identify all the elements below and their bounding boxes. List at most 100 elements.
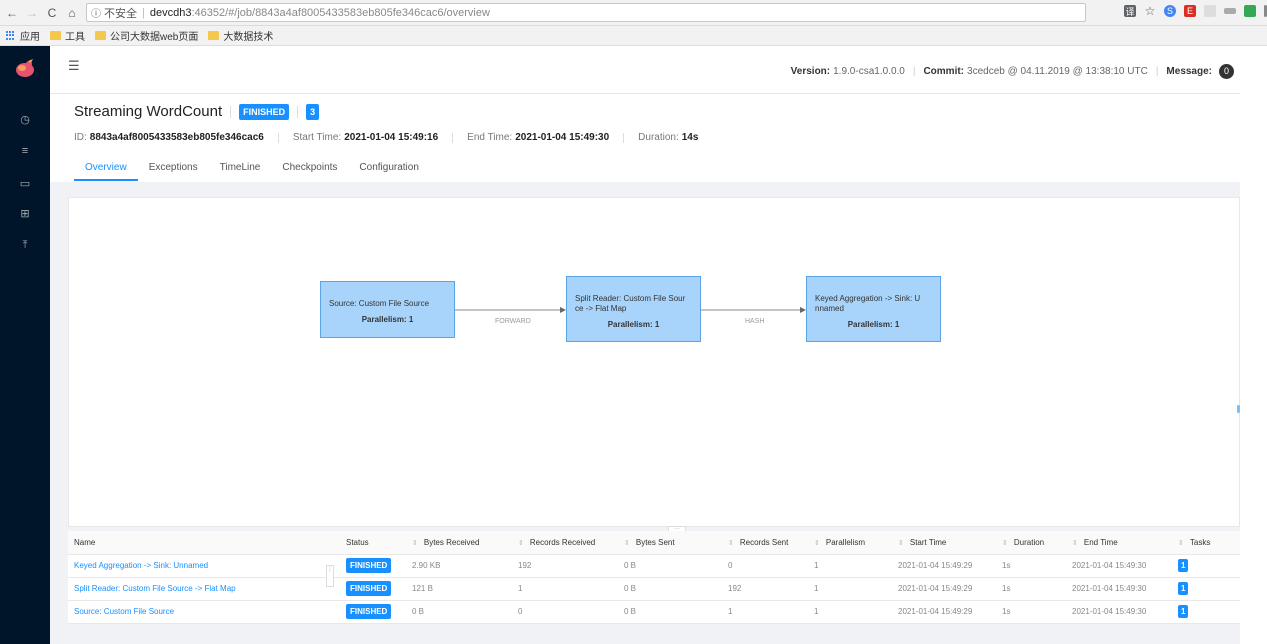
star-icon[interactable]: ☆ bbox=[1144, 4, 1156, 18]
records-sent-cell: 192 bbox=[722, 577, 808, 601]
submit-job-upload-icon[interactable]: ⤒ bbox=[17, 238, 33, 252]
home-icon[interactable]: ⌂ bbox=[64, 5, 80, 21]
status-cell: FINISHED bbox=[340, 577, 406, 601]
node-title: Source: Custom File Source bbox=[329, 299, 430, 308]
duration-value: 14s bbox=[681, 132, 699, 143]
column-header-label: Bytes Sent bbox=[635, 537, 675, 547]
bookmarks-bar: 应用 工具 公司大数据web页面 大数据技术 bbox=[0, 26, 1267, 46]
graph-node-source[interactable]: Source: Custom File Source Parallelism: … bbox=[320, 281, 455, 338]
folder-icon bbox=[50, 31, 61, 40]
graph-node-keyed-aggregation[interactable]: Keyed Aggregation -> Sink: U nnamed Para… bbox=[806, 276, 941, 342]
message-label[interactable]: Message: bbox=[1166, 66, 1212, 77]
commit-label: Commit: bbox=[923, 66, 965, 77]
column-header-bytes-sent[interactable]: ⇕ Bytes Sent bbox=[618, 531, 722, 555]
vertex-table: Name Status ⇕ Bytes Received ⇕ Records Rec… bbox=[68, 531, 1240, 624]
scroll-indicator[interactable] bbox=[1237, 405, 1240, 413]
job-meta: ID: 8843a4af8005433583eb805fe346cac6 Sta… bbox=[74, 132, 698, 143]
translate-icon[interactable]: 译 bbox=[1124, 5, 1136, 17]
vertex-name-link[interactable]: Keyed Aggregation -> Sink: Unnamed bbox=[68, 554, 340, 578]
node-parallelism: Parallelism: 1 bbox=[361, 315, 414, 324]
folder-icon bbox=[95, 31, 106, 40]
sort-icon[interactable]: ⇕ bbox=[412, 540, 418, 547]
overview-dashboard-icon[interactable]: ◷ bbox=[17, 112, 33, 126]
meta-separator bbox=[452, 132, 454, 143]
edge-label-hash: HASH bbox=[745, 318, 765, 325]
bookmark-apps[interactable]: 应用 bbox=[6, 28, 40, 43]
info-icon: ⓘ bbox=[91, 9, 101, 20]
column-header-duration[interactable]: ⇕ Duration bbox=[996, 531, 1066, 555]
column-header-end-time[interactable]: ⇕ End Time bbox=[1066, 531, 1172, 555]
extension-grey-icon[interactable] bbox=[1204, 5, 1216, 17]
bookmark-label: 大数据技术 bbox=[223, 32, 274, 43]
column-header-label: Records Sent bbox=[739, 537, 789, 547]
column-header-bytes-received[interactable]: ⇕ Bytes Received bbox=[406, 531, 512, 555]
reload-icon[interactable]: C bbox=[44, 5, 60, 21]
tasks-cell: 1 bbox=[1172, 577, 1240, 601]
url-separator: | bbox=[142, 6, 145, 19]
tab-exceptions[interactable]: Exceptions bbox=[138, 156, 209, 181]
end-time-cell: 2021-01-04 15:49:30 bbox=[1066, 554, 1172, 578]
tab-checkpoints[interactable]: Checkpoints bbox=[271, 156, 348, 181]
extension-red-icon[interactable]: E bbox=[1184, 5, 1196, 17]
bookmark-bigdata[interactable]: 大数据技术 bbox=[208, 28, 273, 43]
column-header-label: Duration bbox=[1013, 537, 1045, 547]
start-time-cell: 2021-01-04 15:49:29 bbox=[892, 600, 996, 624]
url-host: devcdh3 bbox=[149, 6, 192, 19]
extension-s-icon[interactable]: S bbox=[1164, 5, 1176, 17]
job-status-badge: FINISHED bbox=[239, 103, 290, 120]
job-manager-icon[interactable]: ⊞ bbox=[17, 206, 33, 220]
resize-handle-vertical[interactable]: ⋮ bbox=[326, 565, 334, 587]
sidebar: ◷ ≡ ▭ ⊞ ⤒ bbox=[0, 46, 50, 644]
sort-icon[interactable]: ⇕ bbox=[898, 540, 904, 547]
sort-icon[interactable]: ⇕ bbox=[1178, 540, 1184, 547]
table-row[interactable]: Source: Custom File Source FINISHED 0 B … bbox=[68, 600, 1240, 624]
menu-fold-icon[interactable]: ☰ bbox=[68, 58, 80, 74]
vertex-name-link[interactable]: Source: Custom File Source bbox=[68, 600, 340, 624]
sort-icon[interactable]: ⇕ bbox=[518, 540, 524, 547]
column-header-start-time[interactable]: ⇕ Start Time bbox=[892, 531, 996, 555]
tab-configuration[interactable]: Configuration bbox=[348, 156, 429, 181]
sort-icon[interactable]: ⇕ bbox=[728, 540, 734, 547]
job-graph[interactable]: Source: Custom File Source Parallelism: … bbox=[68, 197, 1240, 527]
duration-cell: 1s bbox=[996, 577, 1066, 601]
end-time-cell: 2021-01-04 15:49:30 bbox=[1066, 600, 1172, 624]
tab-overview[interactable]: Overview bbox=[74, 156, 138, 181]
column-header-records-sent[interactable]: ⇕ Records Sent bbox=[722, 531, 808, 555]
status-badge: FINISHED bbox=[346, 581, 392, 596]
sort-icon[interactable]: ⇕ bbox=[1072, 540, 1078, 547]
records-sent-cell: 0 bbox=[722, 554, 808, 578]
jobs-list-icon[interactable]: ≡ bbox=[17, 144, 33, 158]
forward-icon[interactable]: → bbox=[24, 5, 40, 21]
table-row[interactable]: Split Reader: Custom File Source -> Flat… bbox=[68, 577, 1240, 601]
parallelism-cell: 1 bbox=[808, 600, 892, 624]
tasks-badge: 1 bbox=[1178, 582, 1189, 595]
parallelism-cell: 1 bbox=[808, 554, 892, 578]
sort-icon[interactable]: ⇕ bbox=[814, 540, 820, 547]
vertex-name-link[interactable]: Split Reader: Custom File Source -> Flat… bbox=[68, 577, 340, 601]
column-header-tasks[interactable]: ⇕ Tasks bbox=[1172, 531, 1240, 555]
column-header-records-received[interactable]: ⇕ Records Received bbox=[512, 531, 618, 555]
job-title-row: Streaming WordCount FINISHED 3 bbox=[74, 103, 320, 120]
node-parallelism: Parallelism: 1 bbox=[847, 320, 900, 329]
task-managers-icon[interactable]: ▭ bbox=[17, 176, 33, 190]
address-bar[interactable]: ⓘ 不安全 | devcdh3 :46352/#/job/8843a4af800… bbox=[86, 3, 1086, 22]
extension-bar-icon[interactable] bbox=[1224, 8, 1236, 14]
message-count-badge[interactable]: 0 bbox=[1219, 64, 1234, 79]
extension-green-icon[interactable] bbox=[1244, 5, 1256, 17]
bookmark-tools[interactable]: 工具 bbox=[50, 28, 85, 43]
flink-logo-icon[interactable] bbox=[14, 58, 36, 78]
graph-node-split-reader[interactable]: Split Reader: Custom File Sour ce -> Fla… bbox=[566, 276, 701, 342]
task-count-badge: 3 bbox=[306, 103, 320, 120]
table-row[interactable]: Keyed Aggregation -> Sink: Unnamed FINIS… bbox=[68, 554, 1240, 578]
bookmark-company-web[interactable]: 公司大数据web页面 bbox=[95, 28, 198, 43]
sort-icon[interactable]: ⇕ bbox=[1002, 540, 1008, 547]
duration-cell: 1s bbox=[996, 554, 1066, 578]
back-icon[interactable]: ← bbox=[4, 5, 20, 21]
tab-timeline[interactable]: TimeLine bbox=[209, 156, 272, 181]
browser-toolbar: ← → C ⌂ ⓘ 不安全 | devcdh3 :46352/#/job/884… bbox=[0, 0, 1267, 26]
status-badge: FINISHED bbox=[346, 604, 392, 619]
apps-grid-icon bbox=[6, 30, 16, 41]
column-header-parallelism[interactable]: ⇕ Parallelism bbox=[808, 531, 892, 555]
job-header: Streaming WordCount FINISHED 3 ID: 8843a… bbox=[50, 94, 1240, 182]
sort-icon[interactable]: ⇕ bbox=[624, 540, 630, 547]
